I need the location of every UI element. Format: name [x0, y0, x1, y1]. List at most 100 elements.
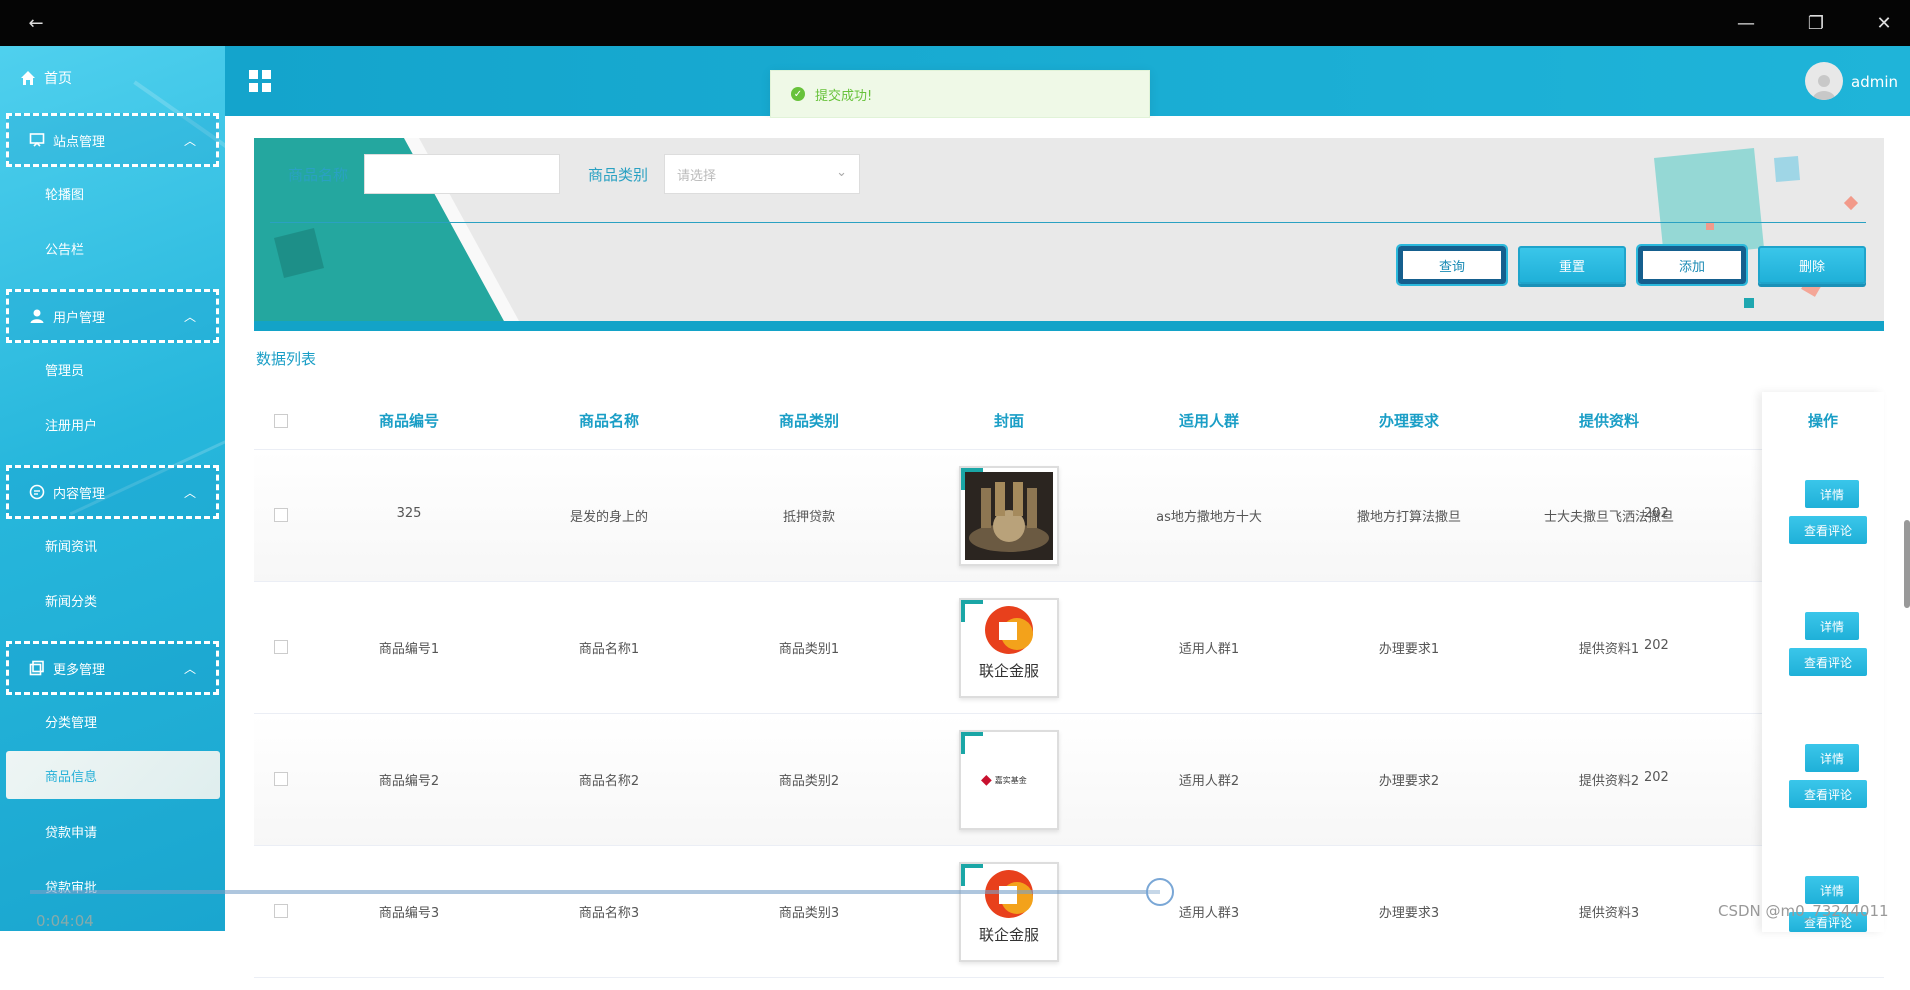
avatar-person-icon	[1812, 75, 1836, 100]
home-icon	[21, 71, 35, 85]
product-name-input[interactable]	[364, 154, 560, 194]
cell-id: 325	[396, 506, 422, 521]
sidebar: 首页 站点管理 ︿ 轮播图 公告栏 用户管理 ︿ 管理员 注册用户 内容管理 ︿…	[0, 46, 225, 931]
cell-date: 202	[1644, 506, 1669, 521]
select-all-checkbox[interactable]	[274, 414, 288, 428]
cover-corner-decoration	[961, 600, 983, 622]
detail-button[interactable]: 详情	[1805, 612, 1859, 640]
minimize-icon[interactable]: —	[1718, 0, 1774, 46]
sidebar-item-home[interactable]: 首页	[20, 66, 72, 90]
chevron-up-icon: ︿	[183, 310, 196, 324]
product-category-select[interactable]: 请选择 ⌄	[664, 154, 860, 194]
product-name-label: 商品名称	[288, 166, 349, 184]
column-header: 商品名称	[578, 412, 639, 430]
divider	[270, 222, 1866, 223]
cell-audience: as地方撒地方十大	[1156, 510, 1262, 525]
user-icon	[30, 309, 44, 323]
cell-id: 商品编号3	[378, 906, 440, 921]
sidebar-item-product-info[interactable]: 商品信息	[6, 751, 220, 799]
window-titlebar: ← — ❐ ✕	[0, 0, 1910, 46]
product-category-label: 商品类别	[588, 166, 649, 184]
detail-button[interactable]: 详情	[1805, 480, 1859, 508]
detail-button[interactable]: 详情	[1805, 744, 1859, 772]
cell-name: 商品名称2	[578, 774, 640, 789]
column-header: 提供资料	[1578, 412, 1639, 430]
add-button[interactable]: 添加	[1636, 244, 1748, 286]
column-header: 商品编号	[378, 412, 439, 430]
column-header: 操作	[1807, 412, 1838, 430]
cover-image[interactable]: 联企金服	[959, 598, 1059, 698]
sidebar-group-users[interactable]: 用户管理 ︿	[6, 289, 219, 343]
cell-id: 商品编号1	[378, 642, 440, 657]
row-checkbox[interactable]	[274, 508, 288, 522]
video-progress-knob[interactable]	[1146, 878, 1174, 906]
cell-requirement: 撒地方打算法撒旦	[1356, 510, 1461, 525]
list-title: 数据列表	[256, 350, 317, 368]
cover-caption: 嘉实基金	[994, 775, 1027, 785]
select-placeholder: 请选择	[677, 168, 717, 184]
cover-image[interactable]: 联企金服	[959, 862, 1059, 962]
row-checkbox[interactable]	[274, 640, 288, 654]
close-icon[interactable]: ✕	[1856, 0, 1910, 46]
avatar[interactable]	[1805, 62, 1843, 100]
search-panel: 商品名称 商品类别 请选择 ⌄ 查询 重置 添加 删除	[254, 138, 1884, 331]
sidebar-group-content[interactable]: 内容管理 ︿	[6, 465, 219, 519]
back-arrow-icon[interactable]: ←	[8, 0, 64, 46]
cell-materials: 提供资料3	[1578, 906, 1640, 921]
cell-date: 202	[1644, 638, 1669, 653]
column-header: 适用人群	[1178, 412, 1239, 430]
sidebar-item-admins[interactable]: 管理员	[45, 359, 84, 379]
copy-icon	[29, 660, 44, 676]
video-progress-bar[interactable]	[30, 890, 1160, 894]
delete-button[interactable]: 删除	[1758, 246, 1866, 284]
watermark: CSDN @m0_73244011	[1718, 902, 1889, 920]
username[interactable]: admin	[1851, 73, 1898, 91]
jiashi-mark-icon: ◆	[981, 772, 992, 788]
cover-caption: 联企金服	[978, 926, 1039, 944]
sidebar-item-loan-apply[interactable]: 贷款申请	[45, 821, 97, 841]
cell-audience: 适用人群1	[1178, 642, 1240, 657]
cover-image[interactable]	[959, 466, 1059, 566]
row-checkbox[interactable]	[274, 772, 288, 786]
chevron-up-icon: ︿	[183, 134, 196, 148]
sidebar-item-label: 首页	[44, 71, 72, 87]
view-comments-button[interactable]: 查看评论	[1789, 648, 1867, 676]
sidebar-item-news[interactable]: 新闻资讯	[45, 535, 97, 555]
sidebar-item-category-manage[interactable]: 分类管理	[45, 711, 97, 731]
cover-corner-decoration	[961, 732, 983, 754]
panel-decoration	[1654, 148, 1859, 308]
cell-name: 商品名称1	[578, 642, 640, 657]
view-comments-button[interactable]: 查看评论	[1789, 516, 1867, 544]
cell-name: 是发的身上的	[569, 510, 648, 525]
cell-requirement: 办理要求1	[1378, 642, 1440, 657]
sidebar-item-news-category[interactable]: 新闻分类	[45, 590, 97, 610]
cell-audience: 适用人群3	[1178, 906, 1240, 921]
table-row: 325 是发的身上的 抵押贷款 as地方撒地方十大 撒地方打算法撒旦 士大夫撒旦…	[254, 450, 1884, 582]
cell-id: 商品编号2	[378, 774, 440, 789]
query-button[interactable]: 查询	[1396, 244, 1508, 286]
table-body: 325 是发的身上的 抵押贷款 as地方撒地方十大 撒地方打算法撒旦 士大夫撒旦…	[254, 450, 1884, 990]
sidebar-group-site[interactable]: 站点管理 ︿	[6, 113, 219, 167]
detail-button[interactable]: 详情	[1805, 876, 1859, 904]
reset-button[interactable]: 重置	[1518, 246, 1626, 284]
jiashi-logo: ◆ 嘉实基金	[981, 772, 1027, 788]
sidebar-group-label: 站点管理	[53, 134, 106, 150]
sidebar-item-carousel[interactable]: 轮播图	[45, 183, 84, 203]
column-header: 商品类别	[778, 412, 839, 430]
row-checkbox[interactable]	[274, 904, 288, 918]
sidebar-item-notice[interactable]: 公告栏	[45, 238, 84, 258]
cover-caption: 联企金服	[978, 662, 1039, 680]
view-comments-button[interactable]: 查看评论	[1789, 780, 1867, 808]
grid-menu-icon[interactable]	[249, 70, 271, 92]
scrollbar-thumb[interactable]	[1904, 520, 1910, 608]
restore-icon[interactable]: ❐	[1788, 0, 1844, 46]
cover-image[interactable]: ◆ 嘉实基金	[959, 730, 1059, 830]
sidebar-item-registered-users[interactable]: 注册用户	[45, 414, 97, 434]
cover-corner-decoration	[961, 864, 983, 886]
success-toast: ✓ 提交成功!	[770, 70, 1150, 118]
chevron-up-icon: ︿	[183, 486, 196, 500]
cell-category: 抵押贷款	[782, 510, 835, 525]
sidebar-group-more[interactable]: 更多管理 ︿	[6, 641, 219, 695]
cell-category: 商品类别1	[778, 642, 840, 657]
operations-column: 操作 详情 查看评论 详情 查看评论 详情 查看评论 详情 查看评论	[1762, 392, 1884, 932]
